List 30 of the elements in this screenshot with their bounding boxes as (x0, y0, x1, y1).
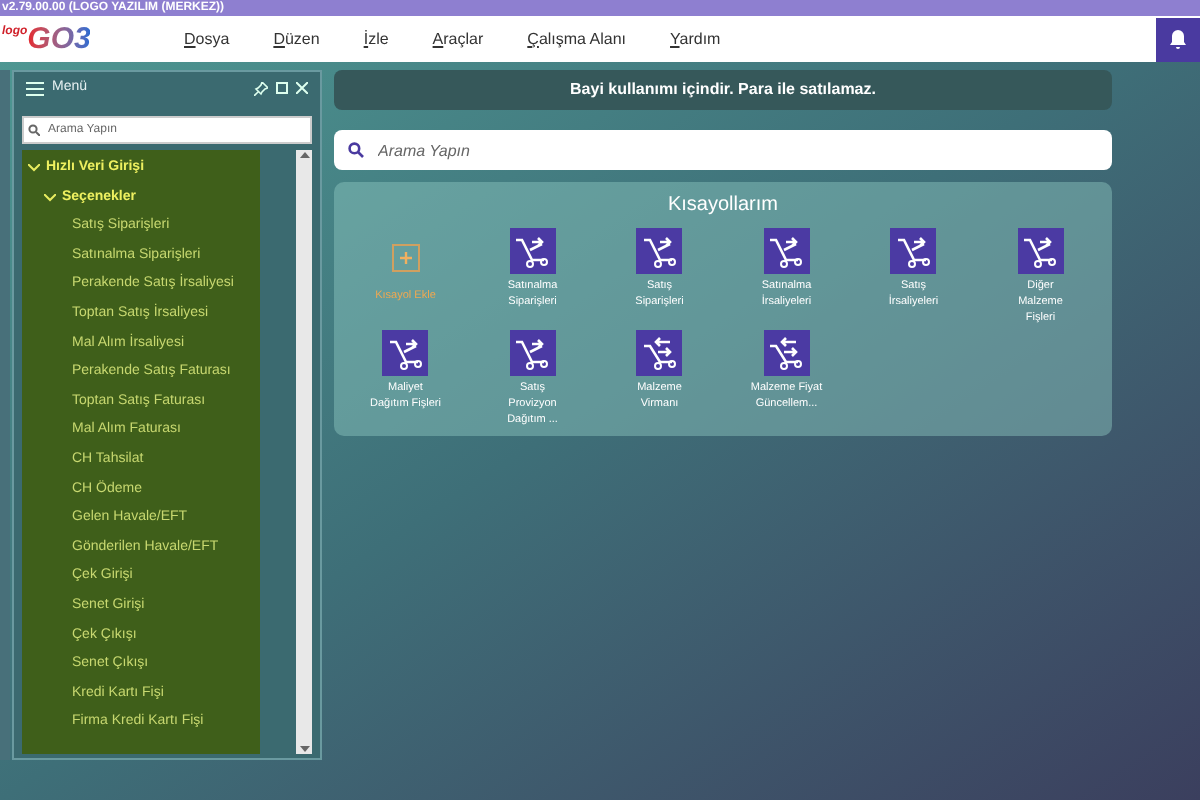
chevron-down-icon[interactable] (28, 164, 40, 173)
menu-item[interactable]: İzle (319, 27, 389, 51)
cart-icon[interactable] (636, 228, 683, 274)
panel-title: Kısayollarım (665, 192, 780, 220)
search-icon (28, 124, 40, 136)
notification-button[interactable] (1156, 17, 1200, 61)
cart-icon[interactable] (509, 228, 556, 274)
chevron-down-icon[interactable] (44, 193, 56, 202)
cart-icon[interactable] (1017, 228, 1064, 274)
scroll-up-icon[interactable] (299, 152, 309, 158)
scroll-down-icon[interactable] (299, 746, 309, 752)
cart-icon[interactable] (890, 228, 937, 274)
maximize-icon[interactable] (276, 82, 288, 94)
search-icon (348, 142, 364, 158)
scrollbar[interactable] (296, 150, 312, 754)
menu-item[interactable]: Dosya (140, 27, 230, 51)
cart-icon[interactable] (763, 228, 810, 274)
cart-icon[interactable] (382, 330, 429, 376)
cart-icon[interactable] (509, 330, 556, 376)
notice-banner: Bayi kullanımı içindir. Para ile satılamaz. (334, 70, 1112, 110)
pin-icon[interactable] (254, 81, 268, 95)
close-icon[interactable] (296, 82, 308, 94)
menu-item[interactable]: Düzen (229, 27, 320, 51)
bell-icon (1168, 28, 1188, 50)
cart-arrows-icon[interactable] (636, 330, 683, 376)
cart-arrows-icon[interactable] (763, 330, 810, 376)
menu-item[interactable]: Yardım (626, 27, 721, 51)
menu-item[interactable]: Çalışma Alanı (483, 27, 627, 51)
menu-icon[interactable] (26, 81, 44, 95)
menu-item[interactable]: Araçlar (388, 27, 484, 51)
